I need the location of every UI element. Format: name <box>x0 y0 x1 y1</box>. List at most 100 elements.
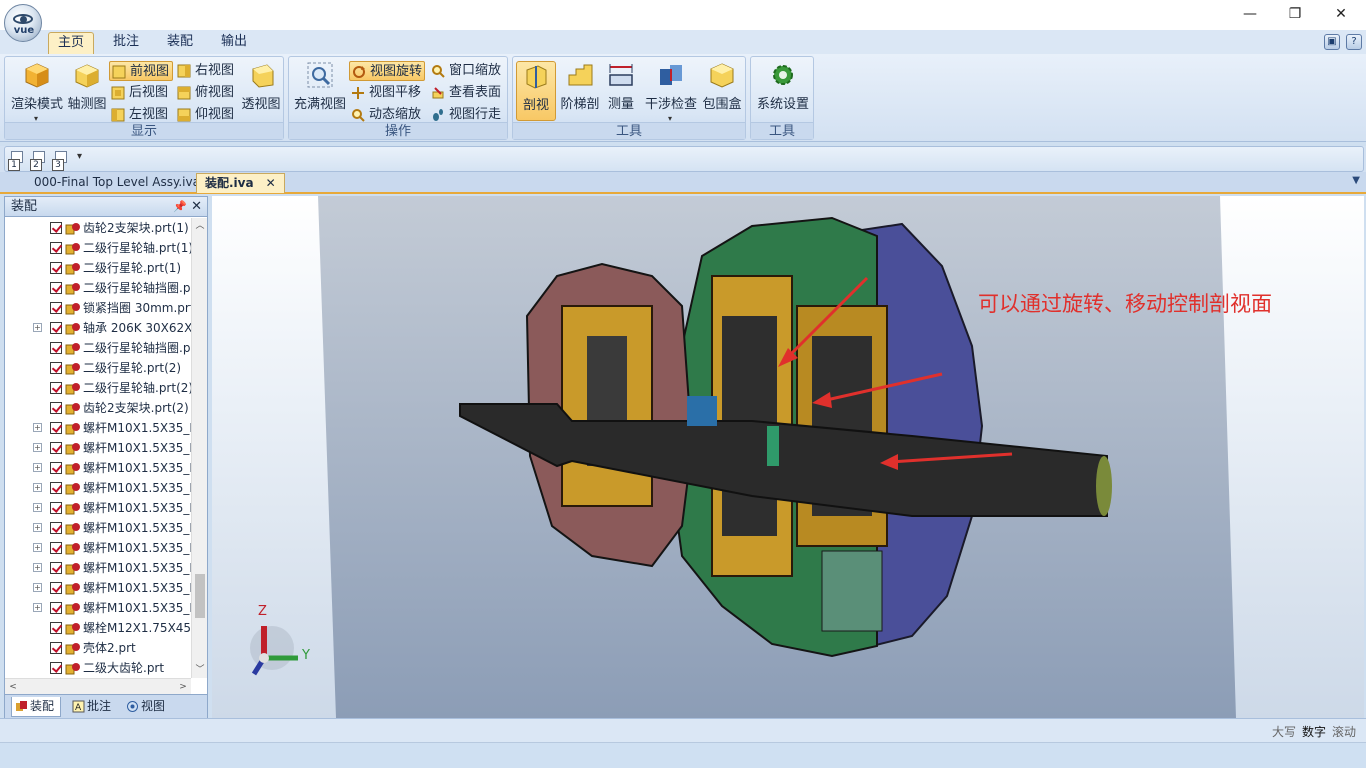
horizontal-scrollbar[interactable]: < > <box>5 678 191 694</box>
expand-icon[interactable]: + <box>33 443 42 452</box>
visibility-checkbox[interactable] <box>50 562 62 574</box>
tree-item[interactable]: 齿轮2支架块.prt(2) <box>5 398 191 418</box>
quick-slot-3[interactable]: 3 <box>49 151 67 171</box>
visibility-checkbox[interactable] <box>50 442 62 454</box>
tree-item[interactable]: + 螺杆M10X1.5X35_N <box>5 598 191 618</box>
visibility-checkbox[interactable] <box>50 642 62 654</box>
bounding-box-button[interactable]: 包围盒 <box>701 61 743 121</box>
quick-slot-1[interactable]: 1 <box>5 151 23 171</box>
visibility-checkbox[interactable] <box>50 302 62 314</box>
visibility-checkbox[interactable] <box>50 462 62 474</box>
view-rotate-button[interactable]: 视图旋转 <box>349 61 425 81</box>
fit-view-button[interactable]: 充满视图 <box>291 61 349 121</box>
visibility-checkbox[interactable] <box>50 482 62 494</box>
interference-check-button[interactable]: 干涉检查 ▾ <box>643 61 699 123</box>
top-view-button[interactable]: 俯视图 <box>175 83 239 103</box>
expand-icon[interactable]: + <box>33 323 42 332</box>
tree-item[interactable]: 二级大齿轮.prt <box>5 658 191 678</box>
tab-list-icon[interactable]: ▼ <box>1352 175 1360 186</box>
expand-icon[interactable]: + <box>33 503 42 512</box>
expand-icon[interactable]: + <box>33 543 42 552</box>
tree-item[interactable]: + 螺杆M10X1.5X35_N <box>5 438 191 458</box>
visibility-checkbox[interactable] <box>50 242 62 254</box>
help-icon[interactable]: ? <box>1346 34 1362 50</box>
visibility-checkbox[interactable] <box>50 522 62 534</box>
vertical-scrollbar[interactable]: ︿ ﹀ <box>191 218 207 678</box>
measure-button[interactable]: 测量 <box>603 61 639 121</box>
tree-item[interactable]: + 螺杆M10X1.5X35_N <box>5 498 191 518</box>
view-pan-button[interactable]: 视图平移 <box>349 83 425 103</box>
system-settings-button[interactable]: 系统设置 <box>753 61 813 121</box>
expand-icon[interactable]: + <box>33 603 42 612</box>
scroll-right-icon[interactable]: > <box>175 679 191 695</box>
expand-icon[interactable]: + <box>33 583 42 592</box>
section-view-button[interactable]: 剖视 <box>516 61 556 121</box>
expand-icon[interactable]: + <box>33 423 42 432</box>
render-mode-button[interactable]: 渲染模式 ▾ <box>7 61 67 123</box>
tree-item[interactable]: + 螺杆M10X1.5X35_N <box>5 578 191 598</box>
visibility-checkbox[interactable] <box>50 362 62 374</box>
visibility-checkbox[interactable] <box>50 222 62 234</box>
customize-toolbar-icon[interactable]: ▾ <box>77 151 82 162</box>
visibility-checkbox[interactable] <box>50 402 62 414</box>
visibility-checkbox[interactable] <box>50 622 62 634</box>
visibility-checkbox[interactable] <box>50 502 62 514</box>
tree-item[interactable]: 二级行星轮轴.prt(2) <box>5 378 191 398</box>
visibility-checkbox[interactable] <box>50 662 62 674</box>
window-zoom-button[interactable]: 窗口缩放 <box>429 61 505 81</box>
restore-button[interactable]: ❐ <box>1281 4 1309 24</box>
visibility-checkbox[interactable] <box>50 542 62 554</box>
back-view-button[interactable]: 后视图 <box>109 83 173 103</box>
close-tab-icon[interactable]: ✕ <box>266 176 276 190</box>
visibility-checkbox[interactable] <box>50 282 62 294</box>
scroll-down-icon[interactable]: ﹀ <box>192 662 208 678</box>
tree-item[interactable]: + 轴承 206K 30X62X <box>5 318 191 338</box>
front-view-button[interactable]: 前视图 <box>109 61 173 81</box>
tree-item[interactable]: + 螺杆M10X1.5X35_N <box>5 518 191 538</box>
perspective-button[interactable]: 透视图 <box>239 61 283 121</box>
window-icon[interactable]: ▣ <box>1324 34 1340 50</box>
panel-tab-view[interactable]: 视图 <box>123 697 171 717</box>
tree-item[interactable]: 二级行星轮.prt(1) <box>5 258 191 278</box>
expand-icon[interactable]: + <box>33 463 42 472</box>
tab-output[interactable]: 输出 <box>212 32 256 54</box>
tree-item[interactable]: + 螺杆M10X1.5X35_N <box>5 558 191 578</box>
visibility-checkbox[interactable] <box>50 382 62 394</box>
scroll-up-icon[interactable]: ︿ <box>192 218 208 234</box>
tree-item[interactable]: 齿轮2支架块.prt(1) <box>5 218 191 238</box>
app-logo[interactable]: vue <box>4 4 42 42</box>
visibility-checkbox[interactable] <box>50 322 62 334</box>
tree-item[interactable]: + 螺杆M10X1.5X35_N <box>5 458 191 478</box>
visibility-checkbox[interactable] <box>50 582 62 594</box>
tree-item[interactable]: 二级行星轮.prt(2) <box>5 358 191 378</box>
expand-icon[interactable]: + <box>33 483 42 492</box>
inspect-surface-button[interactable]: 查看表面 <box>429 83 505 103</box>
axonometric-button[interactable]: 轴测图 <box>67 61 107 121</box>
pin-icon[interactable]: 📌 <box>173 197 187 217</box>
tree-item[interactable]: + 螺杆M10X1.5X35_N <box>5 418 191 438</box>
doc-tab-assembly[interactable]: 装配.iva ✕ <box>196 173 285 193</box>
visibility-checkbox[interactable] <box>50 262 62 274</box>
3d-viewport[interactable]: Z Y 可以通过旋转、移动控制剖视面 <box>212 196 1364 718</box>
expand-icon[interactable]: + <box>33 523 42 532</box>
step-section-button[interactable]: 阶梯剖 <box>559 61 601 121</box>
scroll-thumb[interactable] <box>195 574 205 618</box>
tree-item[interactable]: 二级行星轮轴.prt(1) <box>5 238 191 258</box>
quick-slot-2[interactable]: 2 <box>27 151 45 171</box>
tree-item[interactable]: + 螺杆M10X1.5X35_N <box>5 538 191 558</box>
visibility-checkbox[interactable] <box>50 602 62 614</box>
tree-item[interactable]: 螺栓M12X1.75X45. <box>5 618 191 638</box>
panel-tab-annotation[interactable]: A 批注 <box>69 697 117 717</box>
right-view-button[interactable]: 右视图 <box>175 61 239 81</box>
tab-annotation[interactable]: 批注 <box>104 32 148 54</box>
doc-tab-top-level[interactable]: 000-Final Top Level Assy.iva <box>26 173 208 193</box>
close-button[interactable]: ✕ <box>1327 4 1355 24</box>
tree-item[interactable]: 锁紧挡圈 30mm.prt <box>5 298 191 318</box>
tree-item[interactable]: 二级行星轮轴挡圈.p <box>5 278 191 298</box>
tab-assembly[interactable]: 装配 <box>158 32 202 54</box>
visibility-checkbox[interactable] <box>50 342 62 354</box>
close-icon[interactable]: ✕ <box>191 197 202 217</box>
tree-item[interactable]: + 螺杆M10X1.5X35_N <box>5 478 191 498</box>
tab-home[interactable]: 主页 <box>48 32 95 54</box>
minimize-button[interactable]: — <box>1236 4 1264 24</box>
